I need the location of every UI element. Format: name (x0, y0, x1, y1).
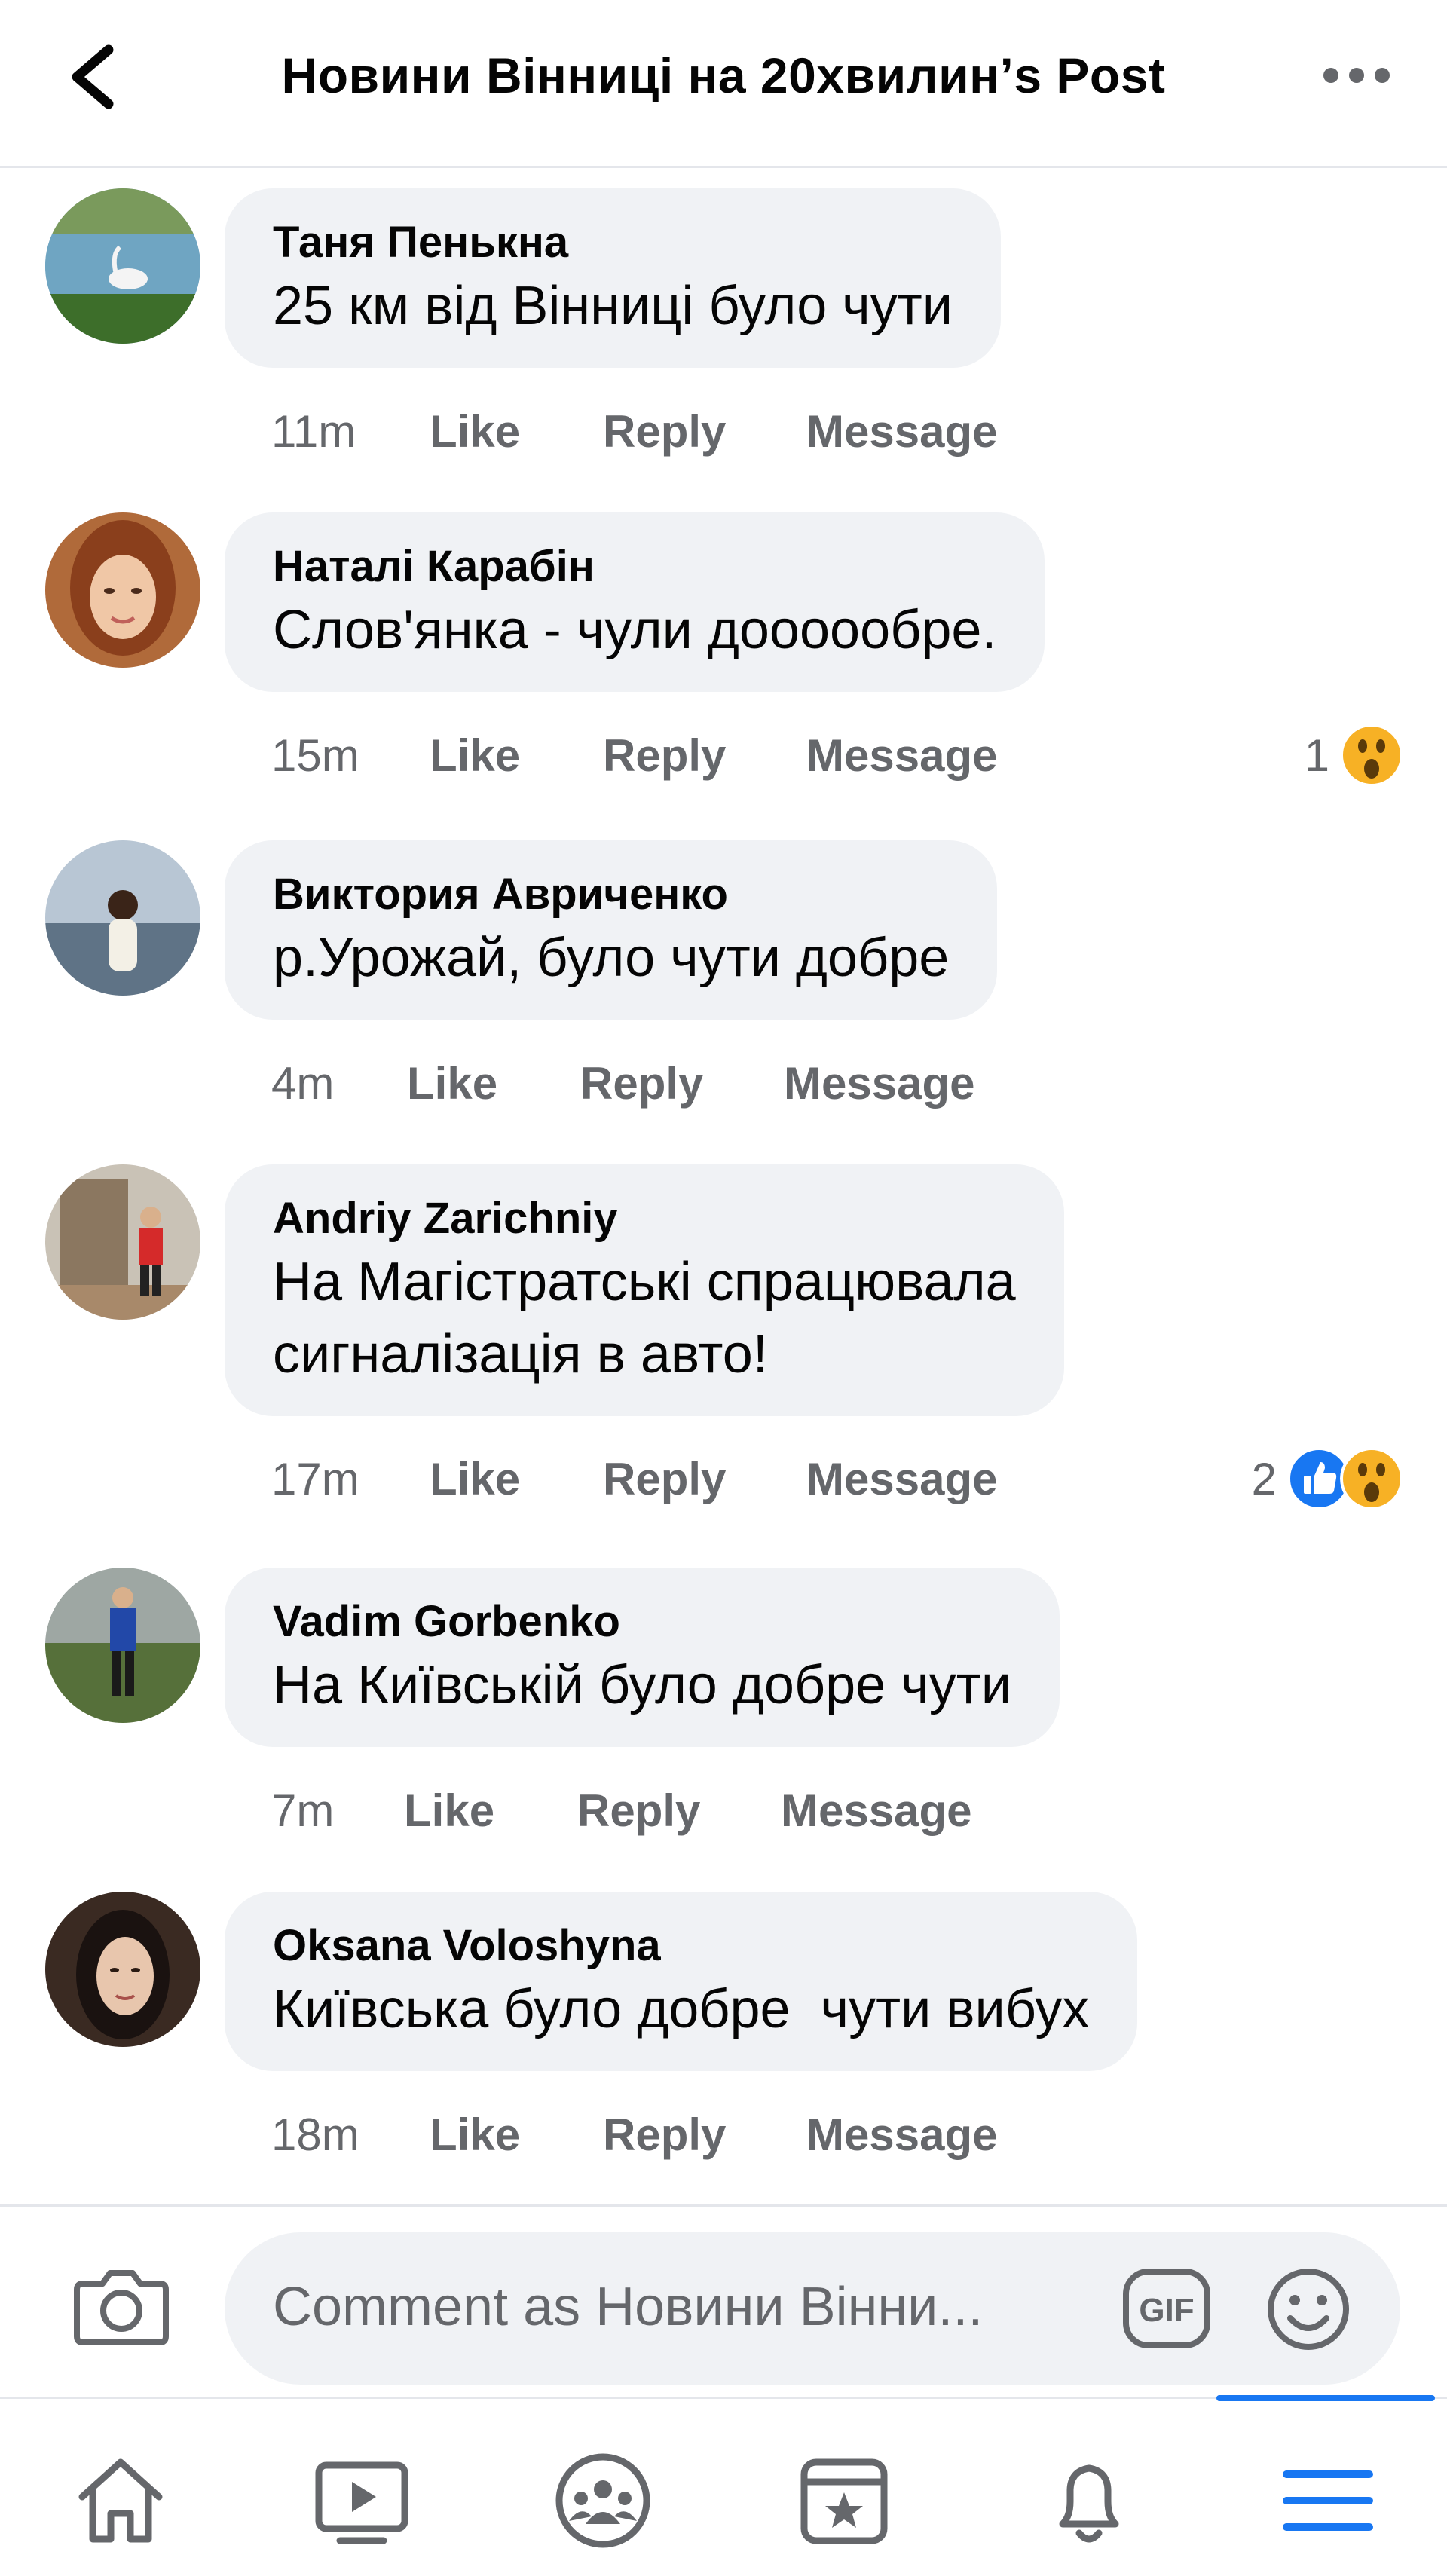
message-button[interactable]: Message (781, 1785, 971, 1837)
tab-home[interactable] (72, 2452, 170, 2550)
like-button[interactable]: Like (430, 1453, 603, 1505)
more-horizontal-icon (1323, 68, 1390, 83)
avatar[interactable] (45, 512, 200, 668)
comment-actions: 7m Like Reply Message (271, 1780, 971, 1840)
camera-button[interactable] (72, 2261, 170, 2348)
comment-text: На Київській було добре чути (273, 1655, 1011, 1715)
comment-composer: Comment as Новини Вінни... GIF (0, 2204, 1447, 2395)
tab-pages[interactable] (795, 2452, 893, 2550)
gif-icon: GIF (1123, 2269, 1210, 2348)
message-button[interactable]: Message (806, 2109, 997, 2161)
comment-text: Київська було добре чути вибух (273, 1979, 1090, 2039)
tab-notifications[interactable] (1040, 2452, 1138, 2550)
comment-author[interactable]: Таня Пенькна (273, 216, 953, 270)
reply-button[interactable]: Reply (603, 2109, 806, 2161)
emoji-icon (1268, 2269, 1349, 2350)
active-tab-indicator (1216, 2395, 1435, 2401)
tab-menu[interactable] (1279, 2452, 1377, 2550)
comment-actions: 11m Like Reply Message (271, 401, 997, 461)
like-button[interactable]: Like (407, 1057, 580, 1109)
reply-button[interactable]: Reply (577, 1785, 781, 1837)
comment-time: 17m (271, 1453, 359, 1504)
message-button[interactable]: Message (806, 1453, 997, 1505)
comment-author[interactable]: Наталі Карабін (273, 540, 996, 594)
comment-actions: 18m Like Reply Message (271, 2104, 997, 2165)
avatar[interactable] (45, 1892, 200, 2047)
tab-video[interactable] (313, 2452, 411, 2550)
camera-icon (74, 2270, 169, 2345)
comment-bubble[interactable]: Oksana Voloshyna Київська було добре чут… (225, 1892, 1138, 2071)
comment-author[interactable]: Oksana Voloshyna (273, 1919, 1089, 1973)
comment-author[interactable]: Vadim Gorbenko (273, 1595, 1011, 1649)
avatar[interactable] (45, 840, 200, 996)
reply-button[interactable]: Reply (603, 1453, 806, 1505)
svg-text:GIF: GIF (1139, 2292, 1194, 2329)
comment-input[interactable]: Comment as Новини Вінни... GIF (225, 2232, 1400, 2385)
menu-icon (1283, 2470, 1373, 2531)
comment-bubble[interactable]: Таня Пенькна 25 км від Вінниці було чути (225, 188, 1002, 368)
reply-button[interactable]: Reply (580, 1057, 784, 1109)
message-button[interactable]: Message (806, 405, 997, 457)
comment-actions: 15m Like Reply Message (271, 725, 997, 785)
comment-bubble[interactable]: Andriy Zarichniy На Магістратські спрацю… (225, 1164, 1064, 1416)
like-button[interactable]: Like (430, 2109, 603, 2161)
comment-author[interactable]: Виктория Авриченко (273, 867, 949, 922)
post-header: Новини Вінниці на 20хвилин’s Post (0, 0, 1447, 168)
emoji-button[interactable] (1265, 2265, 1352, 2353)
comment-time: 4m (271, 1057, 335, 1109)
comment-text: Слов'янка - чули доооообре. (273, 600, 997, 660)
page-title: Новини Вінниці на 20хвилин’s Post (281, 47, 1166, 103)
avatar[interactable] (45, 188, 200, 344)
comment-bubble[interactable]: Наталі Карабін Слов'янка - чули доооообр… (225, 512, 1045, 692)
reaction-summary[interactable]: 2 (1252, 1445, 1403, 1513)
like-button[interactable]: Like (404, 1785, 577, 1837)
like-button[interactable]: Like (430, 730, 603, 782)
video-icon (315, 2461, 408, 2544)
comment-time: 15m (271, 730, 359, 781)
reaction-count: 2 (1251, 1453, 1277, 1504)
like-button[interactable]: Like (430, 405, 603, 457)
comment-time: 7m (271, 1785, 335, 1836)
gif-button[interactable]: GIF (1121, 2267, 1212, 2350)
tab-groups[interactable] (554, 2452, 652, 2550)
reaction-summary[interactable]: 1 (1305, 721, 1403, 789)
notifications-icon (1059, 2464, 1119, 2543)
message-button[interactable]: Message (806, 730, 997, 782)
wow-reaction-icon (1340, 724, 1403, 787)
comment-actions: 4m Like Reply Message (271, 1053, 974, 1113)
home-icon (78, 2458, 163, 2543)
wow-reaction-icon (1340, 1447, 1403, 1510)
comment-time: 11m (271, 405, 356, 457)
bottom-tab-bar (0, 2395, 1447, 2576)
reply-button[interactable]: Reply (603, 405, 806, 457)
comment-author[interactable]: Andriy Zarichniy (273, 1192, 1016, 1246)
comment-time: 18m (271, 2109, 359, 2160)
comment-bubble[interactable]: Vadim Gorbenko На Київській було добре ч… (225, 1568, 1060, 1747)
comment-text: 25 км від Вінниці було чути (273, 276, 953, 336)
comment-text: На Магістратські спрацювала сигналізація… (273, 1252, 1016, 1384)
pages-icon (800, 2458, 888, 2544)
avatar[interactable] (45, 1568, 200, 1723)
comment-text: р.Урожай, було чути добре (273, 928, 950, 988)
avatar[interactable] (45, 1164, 200, 1320)
reply-button[interactable]: Reply (603, 730, 806, 782)
message-button[interactable]: Message (784, 1057, 974, 1109)
more-options-button[interactable] (1319, 60, 1394, 90)
comment-placeholder: Comment as Новини Вінни... (273, 2277, 984, 2337)
comment-actions: 17m Like Reply Message (271, 1449, 997, 1509)
groups-icon (555, 2453, 650, 2548)
reaction-count: 1 (1304, 730, 1329, 781)
comment-bubble[interactable]: Виктория Авриченко р.Урожай, було чути д… (225, 840, 998, 1020)
